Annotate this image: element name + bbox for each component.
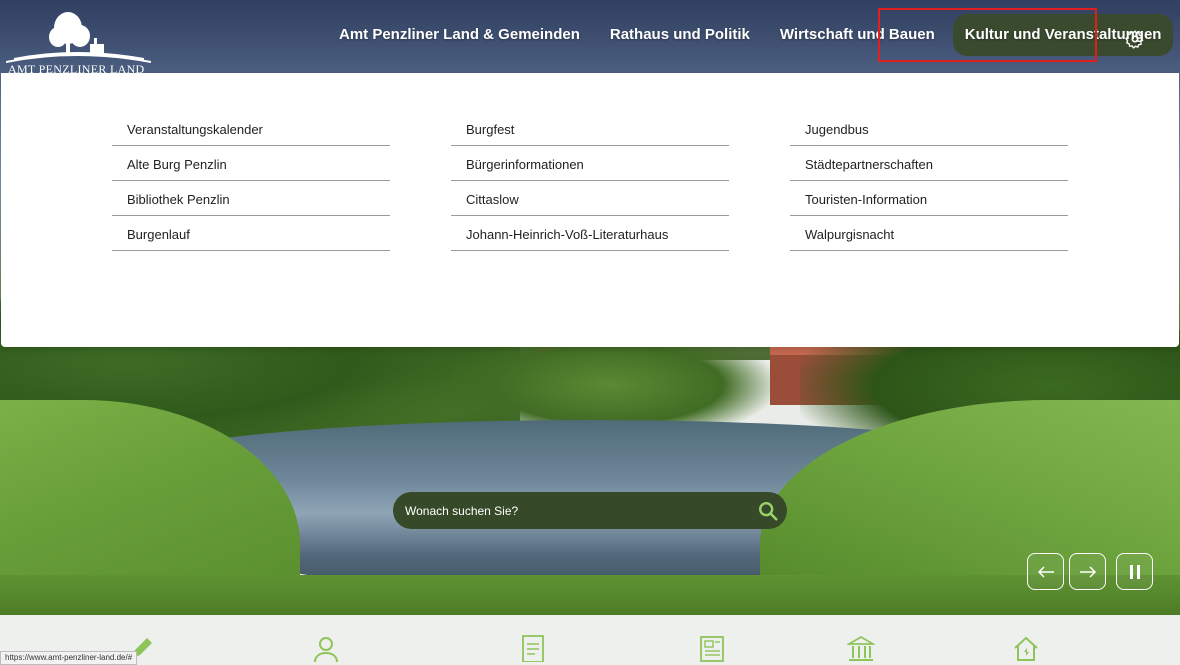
carousel-pause-button[interactable] [1116, 553, 1153, 590]
mega-menu-kultur: Veranstaltungskalender Alte Burg Penzlin… [1, 73, 1179, 347]
meadow-bottom [0, 575, 1180, 615]
menu-link[interactable]: Jugendbus [790, 111, 1068, 146]
menu-link[interactable]: Johann-Heinrich-Voß-Literaturhaus [451, 216, 729, 251]
carousel-next-button[interactable] [1069, 553, 1106, 590]
menu-column-1: Veranstaltungskalender Alte Burg Penzlin… [112, 111, 390, 251]
search-icon[interactable] [757, 500, 779, 522]
house-icon[interactable] [1012, 634, 1040, 662]
newspaper-icon[interactable] [698, 634, 726, 662]
arrow-left-icon [1037, 565, 1054, 578]
arrow-right-icon [1079, 565, 1096, 578]
menu-link[interactable]: Walpurgisnacht [790, 216, 1068, 251]
menu-link[interactable]: Touristen-Information [790, 181, 1068, 216]
menu-column-2: Burgfest Bürgerinformationen Cittaslow J… [451, 111, 729, 251]
search-bar [393, 492, 787, 529]
document-icon[interactable] [519, 634, 547, 662]
person-icon[interactable] [312, 634, 340, 662]
menu-link[interactable]: Bürgerinformationen [451, 146, 729, 181]
quicklinks-bar [0, 615, 1180, 665]
menu-link[interactable]: Alte Burg Penzlin [112, 146, 390, 181]
pause-icon [1129, 564, 1140, 579]
menu-link[interactable]: Veranstaltungskalender [112, 111, 390, 146]
menu-link[interactable]: Burgfest [451, 111, 729, 146]
menu-link[interactable]: Cittaslow [451, 181, 729, 216]
nav-item-amt-gemeinden[interactable]: Amt Penzliner Land & Gemeinden [327, 14, 592, 56]
carousel-prev-button[interactable] [1027, 553, 1064, 590]
menu-link[interactable]: Bibliothek Penzlin [112, 181, 390, 216]
menu-column-3: Jugendbus Städtepartnerschaften Touriste… [790, 111, 1068, 251]
site-header: AMT PENZLINER LAND Amt Penzliner Land & … [0, 0, 1180, 76]
menu-link[interactable]: Burgenlauf [112, 216, 390, 251]
gear-icon[interactable] [1125, 29, 1145, 49]
search-input[interactable] [405, 492, 735, 529]
browser-status-url: https://www.amt-penzliner-land.de/# [0, 651, 138, 665]
focus-highlight [878, 8, 1097, 62]
menu-link[interactable]: Städtepartnerschaften [790, 146, 1068, 181]
town-hall-icon[interactable] [847, 634, 875, 662]
nav-item-rathaus-politik[interactable]: Rathaus und Politik [598, 14, 762, 56]
